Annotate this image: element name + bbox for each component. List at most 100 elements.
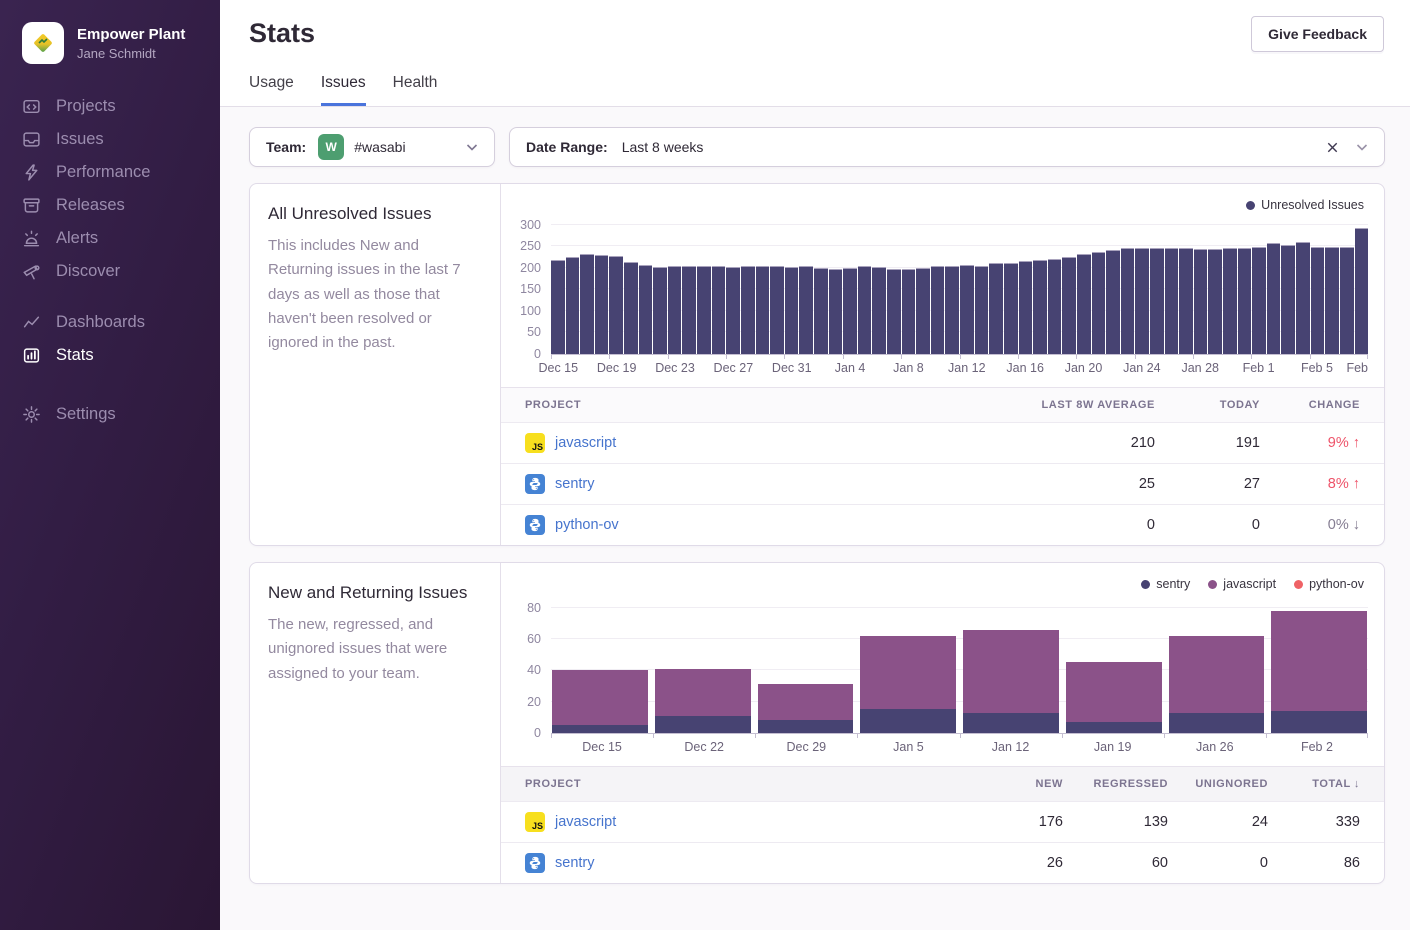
bar[interactable] <box>960 265 974 354</box>
sidebar-item-performance[interactable]: Performance <box>0 156 220 189</box>
bar[interactable] <box>697 266 711 354</box>
bar[interactable] <box>829 269 843 354</box>
bar[interactable] <box>770 266 784 354</box>
bar[interactable] <box>799 266 813 354</box>
bar[interactable] <box>668 266 682 354</box>
bar[interactable] <box>653 267 667 354</box>
bar[interactable] <box>1179 248 1193 354</box>
chevron-down-icon[interactable] <box>1354 139 1370 155</box>
sidebar-item-stats[interactable]: Stats <box>0 339 220 372</box>
bar[interactable] <box>580 254 594 354</box>
bar[interactable] <box>1062 257 1076 354</box>
bar[interactable] <box>1092 252 1106 354</box>
stacked-bar-jan-26[interactable] <box>1169 595 1265 733</box>
bar[interactable] <box>1019 261 1033 354</box>
bar[interactable] <box>682 266 696 354</box>
legend-item-python-ov[interactable]: python-ov <box>1294 577 1364 591</box>
bar[interactable] <box>975 266 989 354</box>
stacked-bar-dec-15[interactable] <box>552 595 648 733</box>
bar[interactable] <box>945 266 959 354</box>
chart-plot[interactable]: 020406080 <box>551 595 1368 733</box>
column-header-total[interactable]: Total↓ <box>1268 778 1360 790</box>
bar[interactable] <box>1150 248 1164 354</box>
bar[interactable] <box>1296 242 1310 354</box>
bar[interactable] <box>916 268 930 354</box>
chart-plot[interactable]: 050100150200250300 <box>551 216 1368 354</box>
chevron-down-icon[interactable] <box>464 139 480 155</box>
sidebar-item-dashboards[interactable]: Dashboards <box>0 306 220 339</box>
stacked-bar-dec-29[interactable] <box>758 595 854 733</box>
bar[interactable] <box>1135 248 1149 354</box>
bar[interactable] <box>1165 248 1179 354</box>
bar[interactable] <box>872 267 886 354</box>
stacked-bar-feb-2[interactable] <box>1271 595 1367 733</box>
bar[interactable] <box>551 260 565 354</box>
tab-issues[interactable]: Issues <box>321 74 366 106</box>
project-link-javascript[interactable]: javascript <box>555 435 616 451</box>
bar[interactable] <box>1252 247 1266 354</box>
x-axis-tick-label: Feb 1 <box>1243 361 1275 375</box>
stacked-bar-jan-12[interactable] <box>963 595 1059 733</box>
give-feedback-button[interactable]: Give Feedback <box>1251 16 1384 52</box>
bar[interactable] <box>726 267 740 354</box>
bar[interactable] <box>756 266 770 354</box>
legend-item-javascript[interactable]: javascript <box>1208 577 1276 591</box>
team-select[interactable]: Team: W #wasabi <box>249 127 495 167</box>
bar[interactable] <box>1208 249 1222 354</box>
legend-item-sentry[interactable]: sentry <box>1141 577 1190 591</box>
project-cell: sentry <box>525 853 963 873</box>
stacked-bar-dec-22[interactable] <box>655 595 751 733</box>
legend-item-unresolved-issues[interactable]: Unresolved Issues <box>1246 198 1364 212</box>
bar[interactable] <box>887 269 901 354</box>
sidebar-item-discover[interactable]: Discover <box>0 255 220 288</box>
bar[interactable] <box>1194 249 1208 354</box>
bar[interactable] <box>1121 248 1135 354</box>
bar[interactable] <box>931 266 945 354</box>
bar[interactable] <box>1238 248 1252 354</box>
bar[interactable] <box>858 266 872 354</box>
clear-icon[interactable] <box>1325 140 1340 155</box>
bar[interactable] <box>785 267 799 354</box>
bar[interactable] <box>1077 254 1091 354</box>
bar[interactable] <box>1033 260 1047 354</box>
tab-usage[interactable]: Usage <box>249 74 294 106</box>
project-link-python-ov[interactable]: python-ov <box>555 517 619 533</box>
bar[interactable] <box>902 269 916 354</box>
bar[interactable] <box>1281 245 1295 354</box>
org-switcher[interactable]: Empower Plant Jane Schmidt <box>0 0 220 64</box>
bar[interactable] <box>639 265 653 354</box>
stacked-bar-jan-19[interactable] <box>1066 595 1162 733</box>
project-link-sentry[interactable]: sentry <box>555 855 595 871</box>
date-range-select[interactable]: Date Range: Last 8 weeks <box>509 127 1385 167</box>
bar[interactable] <box>1355 228 1369 354</box>
bar[interactable] <box>595 255 609 354</box>
sidebar-item-issues[interactable]: Issues <box>0 123 220 156</box>
bar[interactable] <box>1325 247 1339 354</box>
bar[interactable] <box>1048 259 1062 354</box>
bar[interactable] <box>712 266 726 354</box>
sidebar-item-releases[interactable]: Releases <box>0 189 220 222</box>
bar[interactable] <box>1223 248 1237 354</box>
bar[interactable] <box>1004 263 1018 354</box>
stacked-bar-jan-5[interactable] <box>860 595 956 733</box>
bar[interactable] <box>1340 247 1354 354</box>
tab-health[interactable]: Health <box>393 74 438 106</box>
bar[interactable] <box>741 266 755 354</box>
bar[interactable] <box>1311 247 1325 354</box>
bar[interactable] <box>989 263 1003 354</box>
bar[interactable] <box>1267 243 1281 354</box>
table-row: sentry2660086 <box>501 842 1384 883</box>
sidebar-item-projects[interactable]: Projects <box>0 90 220 123</box>
segment-sentry <box>552 725 648 733</box>
project-link-sentry[interactable]: sentry <box>555 476 595 492</box>
bar[interactable] <box>814 268 828 354</box>
bar[interactable] <box>1106 250 1120 354</box>
bar[interactable] <box>624 262 638 354</box>
segment-sentry <box>1066 722 1162 733</box>
sidebar-item-alerts[interactable]: Alerts <box>0 222 220 255</box>
sidebar-item-settings[interactable]: Settings <box>0 398 220 431</box>
bar[interactable] <box>609 256 623 354</box>
bar[interactable] <box>566 257 580 354</box>
bar[interactable] <box>843 268 857 354</box>
project-link-javascript[interactable]: javascript <box>555 814 616 830</box>
